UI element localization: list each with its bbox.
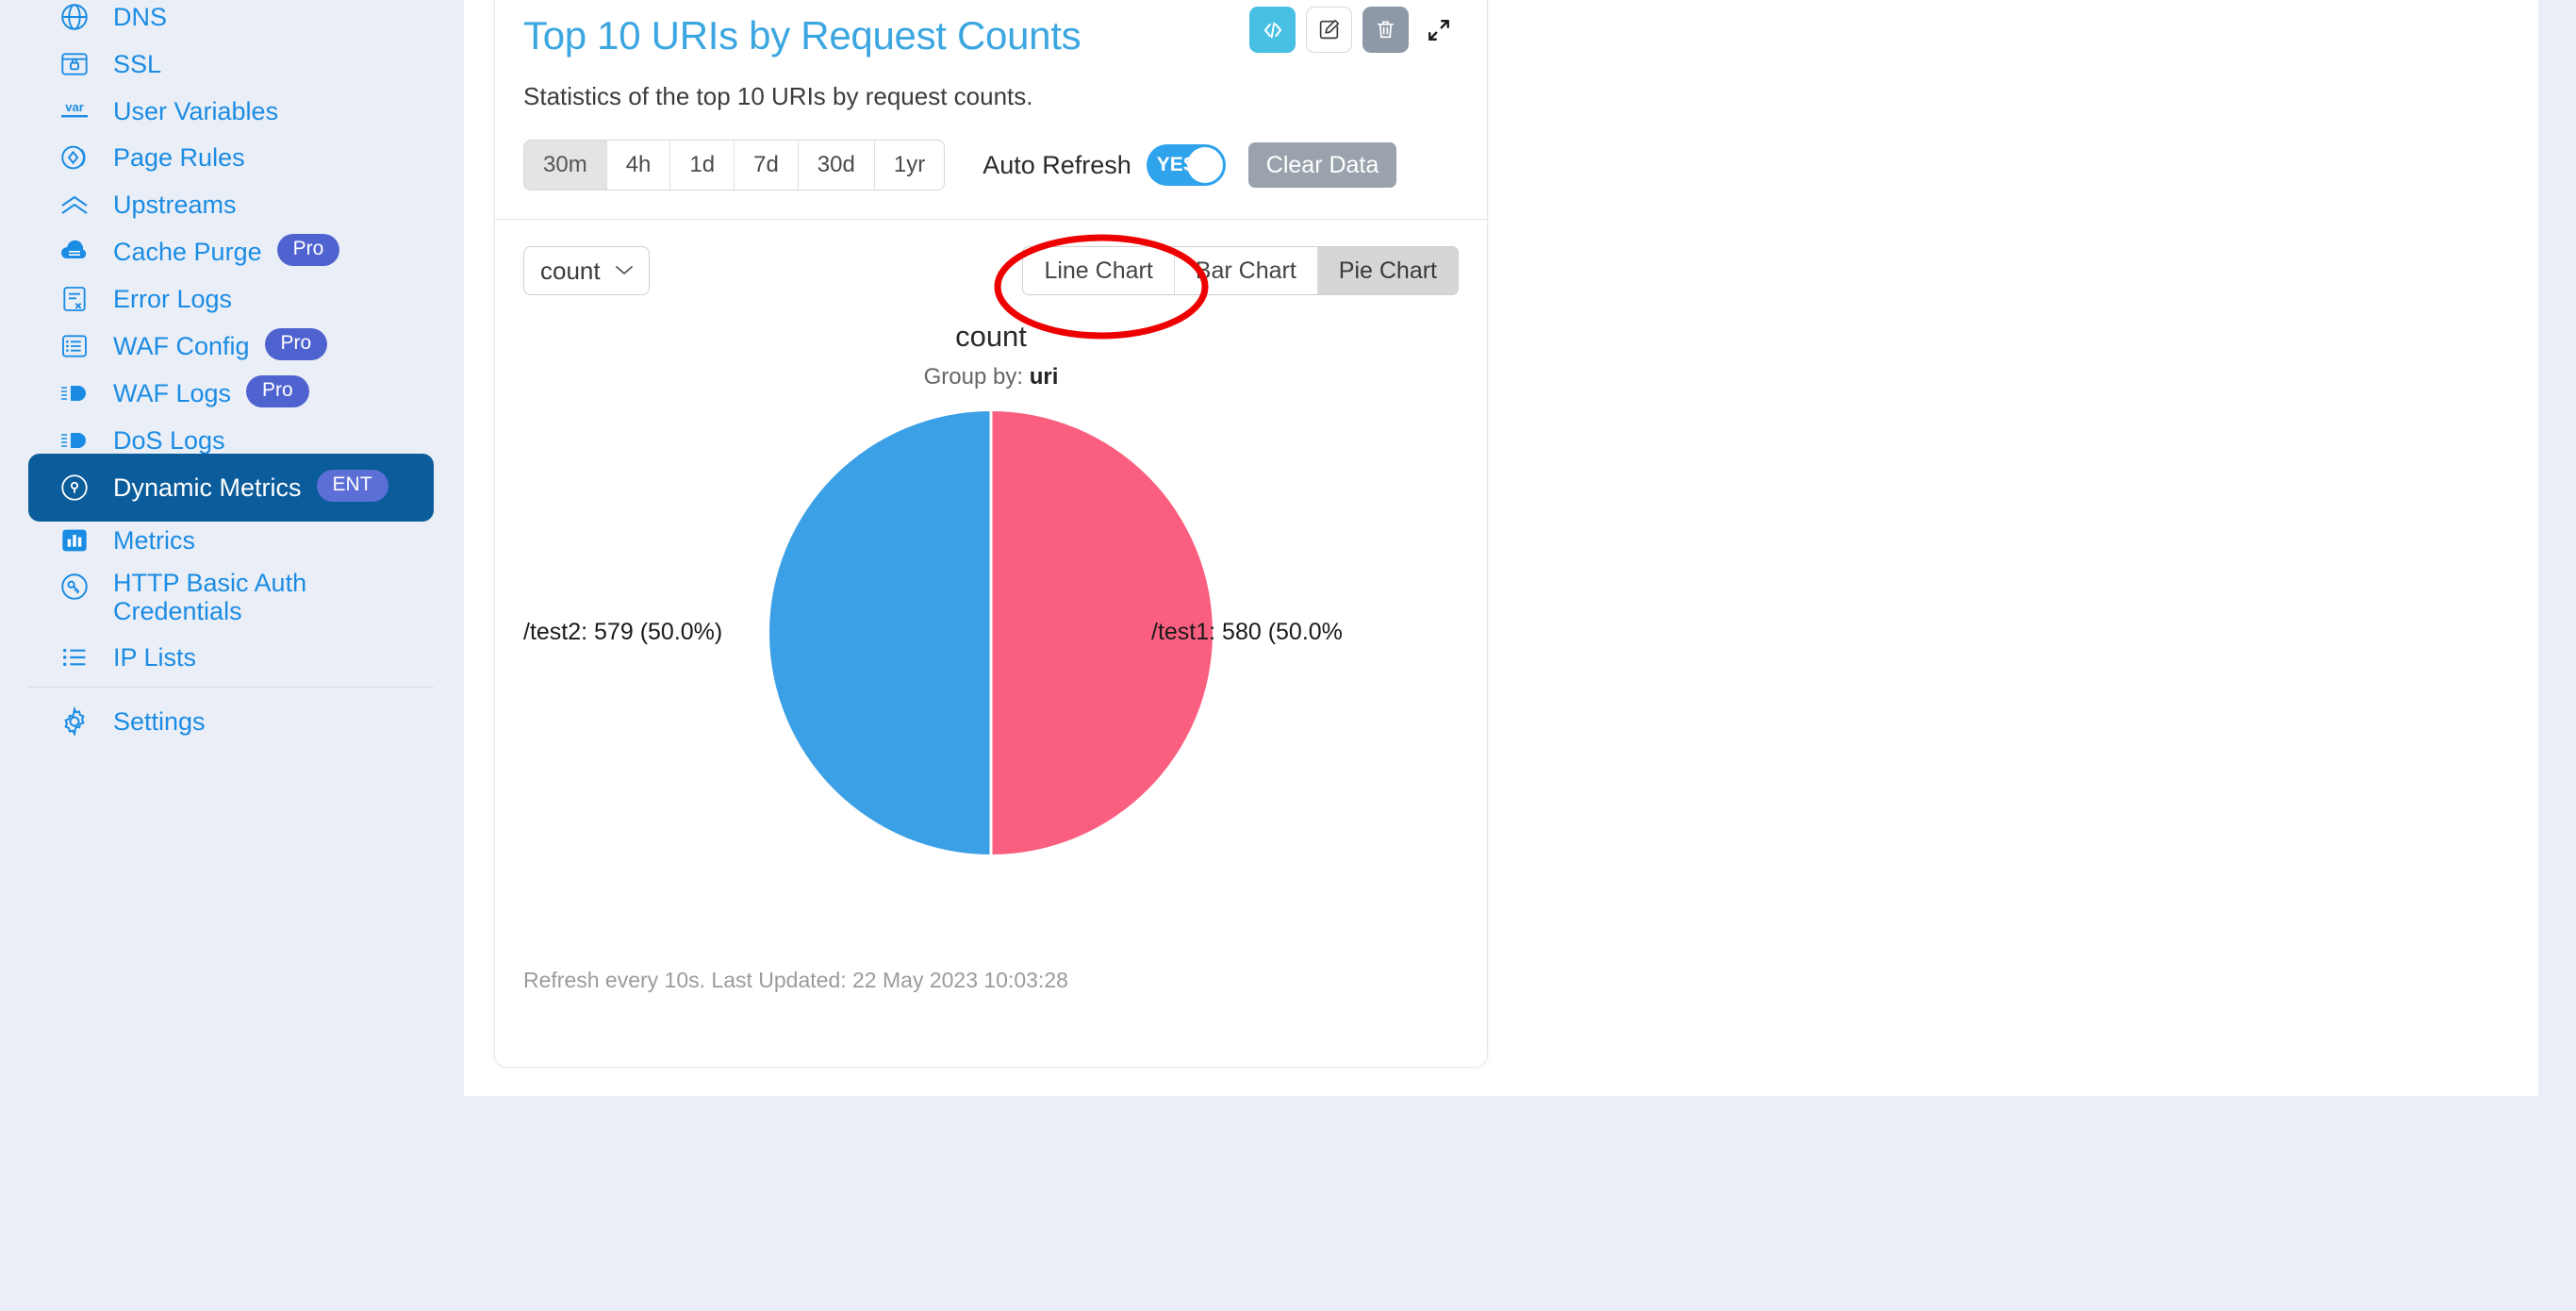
- status-badge: Pro: [246, 375, 309, 407]
- view-code-button[interactable]: [1249, 7, 1296, 53]
- auto-refresh-label: Auto Refresh: [983, 150, 1131, 179]
- chart-title: count: [955, 320, 1027, 354]
- time-range-4h[interactable]: 4h: [606, 141, 671, 191]
- status-badge: Pro: [264, 328, 328, 360]
- sidebar-item-label: Metrics: [113, 525, 195, 555]
- time-range-30d[interactable]: 30d: [798, 141, 875, 191]
- key-icon: [55, 567, 94, 606]
- app-root: DNS SSL var User Variables Page Rules Up…: [0, 0, 2576, 1311]
- sidebar-item-label: User Variables: [113, 96, 279, 125]
- metrics-bar-icon: [55, 521, 94, 560]
- card-description: Statistics of the top 10 URIs by request…: [523, 82, 1033, 111]
- sidebar-item-label: DoS Logs: [113, 425, 225, 455]
- gear-icon: [55, 702, 94, 741]
- delete-button[interactable]: [1362, 7, 1409, 53]
- expand-button[interactable]: [1419, 7, 1459, 53]
- edit-button[interactable]: [1306, 7, 1352, 53]
- sidebar-item-label: Upstreams: [113, 190, 237, 219]
- time-range-7d[interactable]: 7d: [735, 141, 799, 191]
- ip-lists-icon: [55, 638, 94, 677]
- sidebar-item-label: Dynamic Metrics: [113, 473, 302, 502]
- sidebar-item-ip-lists[interactable]: IP Lists: [28, 623, 434, 691]
- chart-controls: count Line Chart Bar Chart Pie Chart: [523, 220, 1459, 296]
- chart-type-group: Line Chart Bar Chart Pie Chart: [1022, 246, 1459, 296]
- pie-chart: /test2: 579 (50.0%) /test1: 580 (50.0%: [523, 404, 1459, 932]
- card-actions: [1249, 7, 1459, 53]
- pie-label-test2: /test2: 579 (50.0%): [523, 619, 723, 646]
- pie-leader-line-left: [831, 633, 925, 636]
- sidebar-item-label: IP Lists: [113, 642, 197, 672]
- sidebar-item-label: WAF Config: [113, 331, 250, 360]
- time-range-1yr[interactable]: 1yr: [874, 141, 945, 191]
- chart-area: count Line Chart Bar Chart Pie Chart cou…: [495, 220, 1487, 932]
- sidebar-item-label: Settings: [113, 706, 206, 736]
- card-header: Top 10 URIs by Request Counts Statistics…: [495, 0, 1487, 219]
- group-by-label: Group by:: [923, 364, 1024, 390]
- sidebar-item-label: Error Logs: [113, 284, 233, 313]
- status-badge: ENT: [316, 470, 388, 502]
- sidebar-item-label: DNS: [113, 2, 168, 31]
- pie-label-test1: /test1: 580 (50.0%: [1151, 619, 1343, 646]
- pie-leader-line-right: [1057, 633, 1142, 636]
- chart-type-pie[interactable]: Pie Chart: [1317, 247, 1458, 295]
- card-toolbar: 30m 4h 1d 7d 30d 1yr Auto Refresh YES Cl…: [523, 140, 1459, 219]
- svg-text:var: var: [65, 100, 84, 114]
- clear-data-button[interactable]: Clear Data: [1247, 142, 1397, 189]
- sidebar-item-label: WAF Logs: [113, 378, 232, 407]
- sidebar-item-label: Cache Purge: [113, 237, 262, 266]
- time-range-30m[interactable]: 30m: [524, 141, 607, 191]
- metric-card: Top 10 URIs by Request Counts Statistics…: [494, 0, 1488, 1068]
- toggle-knob: [1186, 147, 1223, 184]
- sidebar-item-label: Page Rules: [113, 142, 245, 172]
- card-footer-status: Refresh every 10s. Last Updated: 22 May …: [523, 968, 1068, 992]
- chart-type-line[interactable]: Line Chart: [1023, 247, 1175, 295]
- sidebar-item-settings[interactable]: Settings: [28, 688, 434, 755]
- time-range-1d[interactable]: 1d: [670, 141, 735, 191]
- time-range-group: 30m 4h 1d 7d 30d 1yr: [523, 140, 946, 191]
- metric-select-value: count: [540, 256, 601, 285]
- chart-heading: count Group by: uri: [523, 320, 1459, 390]
- chart-subtitle: Group by: uri: [523, 364, 1459, 390]
- sidebar: DNS SSL var User Variables Page Rules Up…: [0, 0, 464, 1311]
- dynamic-metrics-icon: [55, 468, 94, 507]
- status-badge: Pro: [276, 234, 340, 266]
- sidebar-item-label: HTTP Basic Auth Credentials: [113, 569, 307, 626]
- sidebar-item-label: SSL: [113, 49, 162, 78]
- chevron-down-icon: [614, 261, 635, 280]
- metric-select[interactable]: count: [523, 246, 650, 296]
- auto-refresh-toggle[interactable]: YES: [1146, 144, 1226, 187]
- group-by-value: uri: [1029, 364, 1059, 390]
- chart-type-bar[interactable]: Bar Chart: [1174, 247, 1318, 295]
